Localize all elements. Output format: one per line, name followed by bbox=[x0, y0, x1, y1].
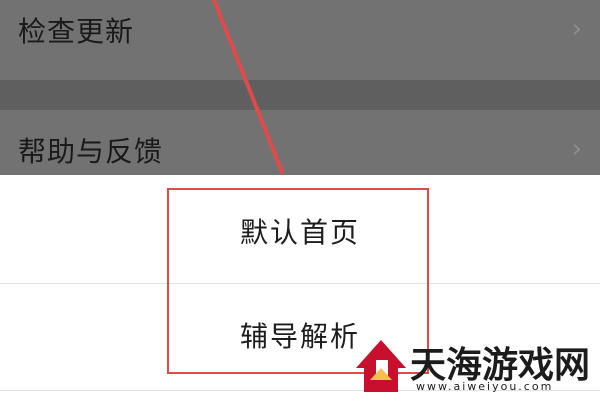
house-logo-icon bbox=[356, 340, 406, 392]
settings-row-help-feedback[interactable]: 帮助与反馈 › bbox=[0, 110, 600, 175]
settings-row-check-update[interactable]: 检查更新 › bbox=[0, 0, 600, 80]
watermark: 天海游戏网 www.aiweiyou.com bbox=[348, 336, 598, 396]
settings-row-label: 帮助与反馈 bbox=[18, 135, 164, 168]
watermark-url: www.aiweiyou.com bbox=[416, 380, 554, 393]
section-gap bbox=[0, 80, 600, 110]
chevron-right-icon: › bbox=[571, 134, 582, 164]
chevron-right-icon: › bbox=[571, 14, 582, 44]
settings-row-label: 检查更新 bbox=[18, 15, 135, 48]
